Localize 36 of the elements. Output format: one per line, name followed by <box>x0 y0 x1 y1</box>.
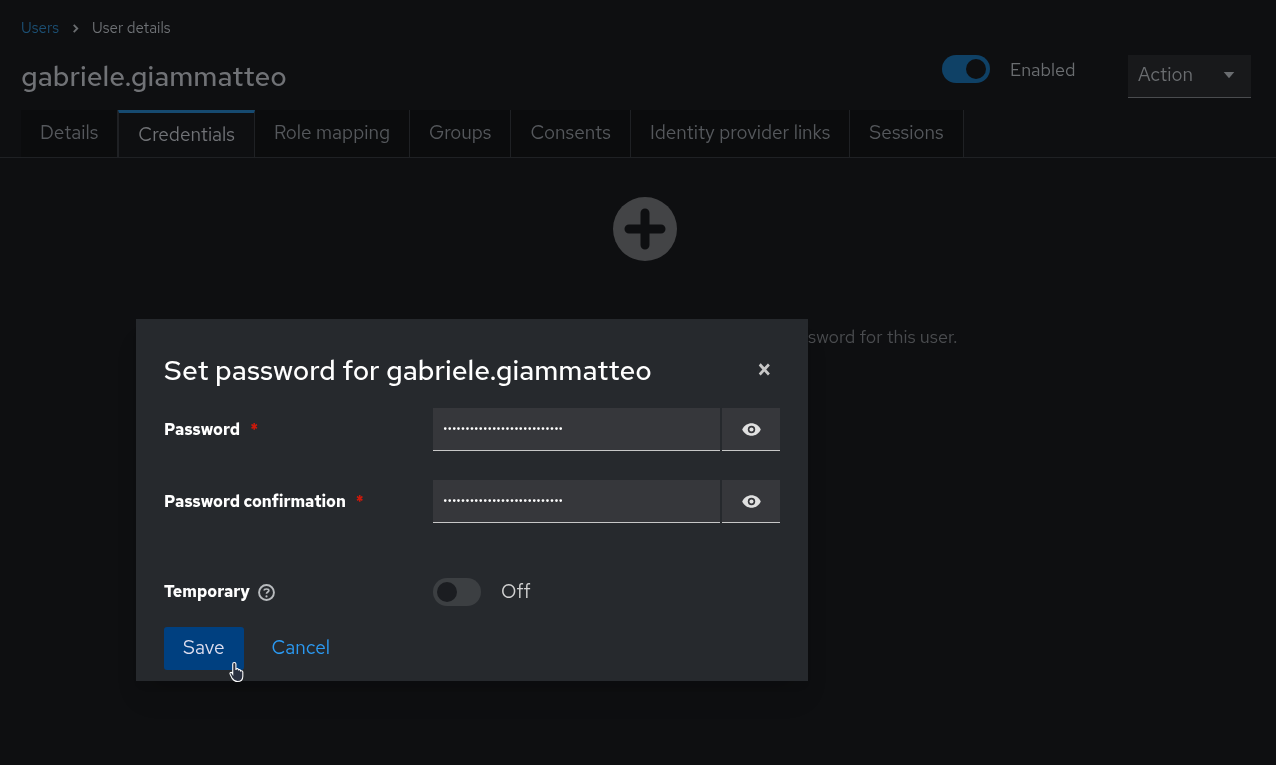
tab[interactable]: Groups <box>410 110 512 157</box>
field-label: Temporary <box>164 580 250 604</box>
action-dropdown[interactable]: Action <box>1128 54 1251 98</box>
required-mark: * <box>355 489 364 514</box>
breadcrumb-current: User details <box>91 16 171 40</box>
tab[interactable]: Details <box>21 110 119 157</box>
password-field[interactable]: ••••••••••••••••••••••••••• <box>433 408 720 451</box>
chevron-right-icon <box>70 23 80 33</box>
required-mark: * <box>250 417 258 442</box>
close-button[interactable]: × <box>756 357 772 383</box>
tab[interactable]: Consents <box>511 110 631 157</box>
save-button[interactable]: Save <box>164 627 244 670</box>
tab[interactable]: Role mapping <box>254 110 410 157</box>
caret-down-icon <box>1223 72 1235 79</box>
plus-circle-icon <box>613 197 677 261</box>
field-label: Password <box>164 417 241 442</box>
show-password-button[interactable] <box>722 408 780 451</box>
field-label: Password confirmation <box>164 489 346 514</box>
temporary-switch[interactable] <box>433 578 481 606</box>
tab[interactable]: Identity provider links <box>630 110 851 157</box>
breadcrumb-link[interactable]: Users <box>21 16 59 40</box>
page-title: gabriele.giammatteo <box>21 56 288 97</box>
tab[interactable]: Sessions <box>850 110 964 157</box>
hand-cursor-icon <box>229 661 246 683</box>
show-password-button[interactable] <box>722 480 780 523</box>
empty-state-description: sword for this user. <box>808 324 959 350</box>
switch-label: Off <box>501 577 531 606</box>
cancel-link[interactable]: Cancel <box>271 634 331 663</box>
switch-label: Enabled <box>1010 56 1077 83</box>
eye-icon <box>741 494 761 508</box>
password-field[interactable]: ••••••••••••••••••••••••••• <box>433 480 720 523</box>
tab[interactable]: Credentials <box>118 110 255 157</box>
help-icon[interactable] <box>257 583 275 601</box>
enabled-switch[interactable] <box>942 55 990 83</box>
dialog-title: Set password for gabriele.giammatteo <box>164 350 652 391</box>
eye-icon <box>741 422 761 436</box>
